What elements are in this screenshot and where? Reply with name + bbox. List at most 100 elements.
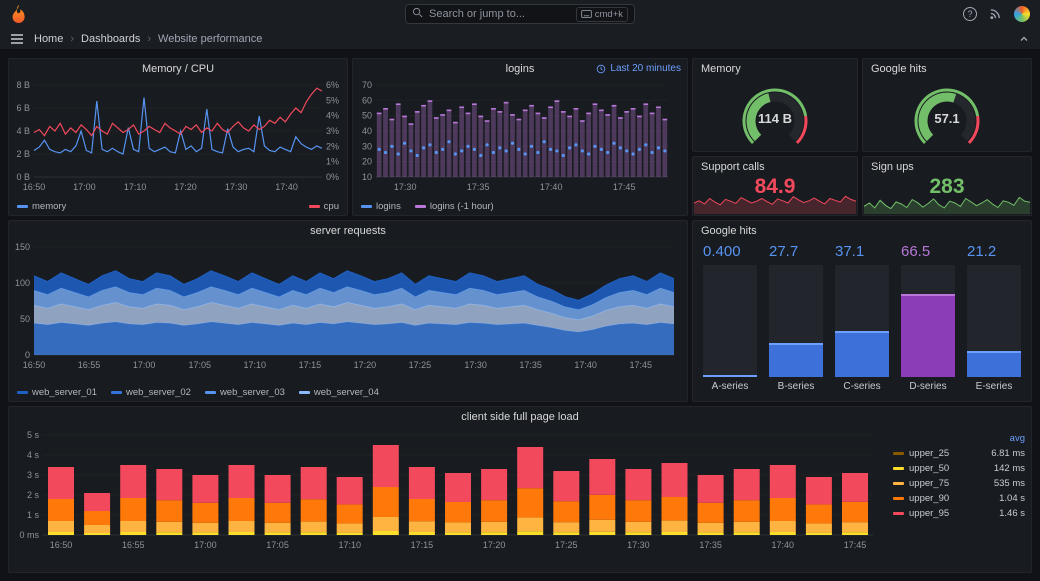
time-range-badge[interactable]: Last 20 minutes <box>596 63 681 74</box>
svg-text:16:55: 16:55 <box>78 360 101 370</box>
bar-gauge-fill <box>703 375 757 377</box>
svg-text:16:50: 16:50 <box>23 360 46 370</box>
svg-text:17:45: 17:45 <box>613 182 636 192</box>
panel-client-page-load: client side full page load 0 ms 1 s 2 s 3 s… <box>8 406 1032 573</box>
bar-gauge-group: 0.400 A-series 27.7 B-series 37.1 C-series 66.… <box>693 241 1031 399</box>
legend-item[interactable]: upper_95 1.46 s <box>893 506 1025 521</box>
panel-title[interactable]: Memory <box>693 59 857 79</box>
svg-text:17:35: 17:35 <box>519 360 542 370</box>
help-icon[interactable]: ? <box>963 7 977 21</box>
svg-text:3 s: 3 s <box>27 470 40 480</box>
svg-text:4 B: 4 B <box>16 126 30 136</box>
svg-text:17:15: 17:15 <box>411 540 434 550</box>
legend-item[interactable]: memory <box>17 201 66 212</box>
svg-text:6%: 6% <box>326 80 339 90</box>
memory-cpu-chart[interactable]: 0 B 2 B 4 B 6 B 8 B 0% 1% 2% 3% 4% 5% 6% 16:50 17:00 1… <box>10 79 346 195</box>
grafana-app: Search or jump to... cmd+k ? Home › Dash… <box>0 0 1040 581</box>
legend-item[interactable]: upper_75 535 ms <box>893 476 1025 491</box>
legend-item[interactable]: web_server_04 <box>298 387 379 398</box>
legend-swatch <box>17 205 28 208</box>
panel-google-hits-bars: Google hits 0.400 A-series 27.7 B-series 37.… <box>692 220 1032 402</box>
logins-chart[interactable]: 10 20 30 40 50 60 70 17:30 17:35 17:40 17:45 <box>354 79 686 195</box>
legend-avg-value: 142 ms <box>993 463 1025 474</box>
search-icon <box>412 7 423 21</box>
panel-title[interactable]: Memory / CPU <box>9 59 347 79</box>
legend-item[interactable]: upper_25 6.81 ms <box>893 446 1025 461</box>
legend-item[interactable]: upper_90 1.04 s <box>893 491 1025 506</box>
legend-item[interactable]: web_server_03 <box>204 387 285 398</box>
svg-text:17:00: 17:00 <box>133 360 156 370</box>
bar-gauge-track <box>901 265 955 377</box>
panel-google-hits-gauge: Google hits 57.1 <box>862 58 1032 152</box>
legend-item[interactable]: logins <box>361 201 401 212</box>
panel-title[interactable]: Sign ups <box>863 157 1031 177</box>
svg-text:17:25: 17:25 <box>555 540 578 550</box>
search-input[interactable]: Search or jump to... cmd+k <box>405 4 635 24</box>
keyboard-shortcut-badge: cmd+k <box>575 6 628 22</box>
bar-gauge-track <box>703 265 757 377</box>
collapse-ribbon-icon[interactable] <box>1018 33 1030 45</box>
legend-item[interactable]: logins (-1 hour) <box>414 201 494 212</box>
svg-text:5 s: 5 s <box>27 430 40 440</box>
bar-gauge-label: C-series <box>843 381 881 392</box>
bar-gauge-track <box>967 265 1021 377</box>
svg-text:60: 60 <box>362 95 372 105</box>
svg-text:17:30: 17:30 <box>627 540 650 550</box>
legend-item[interactable]: web_server_02 <box>110 387 191 398</box>
legend-item[interactable]: upper_50 142 ms <box>893 461 1025 476</box>
legend: web_server_01 web_server_02 web_server_03 w… <box>17 387 679 398</box>
panel-title[interactable]: Google hits <box>863 59 1031 79</box>
svg-text:4%: 4% <box>326 111 339 121</box>
svg-text:17:20: 17:20 <box>354 360 377 370</box>
bar-gauge[interactable]: 21.2 E-series <box>967 243 1021 393</box>
news-icon[interactable] <box>989 8 1002 20</box>
menu-toggle-icon[interactable] <box>10 33 24 45</box>
svg-text:2 s: 2 s <box>27 490 40 500</box>
svg-text:0: 0 <box>25 350 30 360</box>
breadcrumb-separator: › <box>70 32 75 45</box>
user-avatar[interactable] <box>1014 6 1030 22</box>
legend-item[interactable]: web_server_01 <box>17 387 97 398</box>
panel-title[interactable]: server requests <box>9 221 687 241</box>
panel-sign-ups: Sign ups 283 <box>862 156 1032 216</box>
dashboard-canvas: Memory / CPU 0 B 2 B 4 B 6 B 8 B 0% 1% 2% 3% 4% 5%… <box>0 50 1040 581</box>
bar-gauge-fill <box>901 294 955 377</box>
panel-memory-gauge: Memory 114 B <box>692 58 858 152</box>
breadcrumb-home[interactable]: Home <box>34 33 63 45</box>
grafana-logo-icon[interactable] <box>10 5 27 23</box>
svg-text:40: 40 <box>362 126 372 136</box>
panel-title[interactable]: Support calls <box>693 157 857 177</box>
legend-swatch <box>298 391 310 394</box>
bar-gauge[interactable]: 66.5 D-series <box>901 243 955 393</box>
bar-gauge-fill <box>769 342 823 377</box>
svg-text:17:40: 17:40 <box>275 182 298 192</box>
legend-label: upper_75 <box>909 478 950 489</box>
panel-title[interactable]: Google hits <box>693 221 1031 241</box>
bar-gauge-label: B-series <box>777 381 815 392</box>
server-requests-chart[interactable]: 0 50 100 150 16:50 16:55 17:00 17:05 17:10 17:15 1… <box>10 241 686 381</box>
legend-label: logins <box>376 201 401 212</box>
bar-gauge[interactable]: 37.1 C-series <box>835 243 889 393</box>
legend-item[interactable]: cpu <box>308 201 339 212</box>
breadcrumb-dashboards[interactable]: Dashboards <box>81 33 140 45</box>
svg-text:17:00: 17:00 <box>194 540 217 550</box>
svg-text:50: 50 <box>362 111 372 121</box>
svg-text:0%: 0% <box>326 172 339 182</box>
legend-avg-value: 1.04 s <box>999 493 1025 504</box>
client-page-load-chart[interactable]: 0 ms 1 s 2 s 3 s 4 s 5 s 16:50 16:55 17:00 17:05 1… <box>13 427 893 567</box>
svg-text:50: 50 <box>20 314 30 324</box>
bar-gauge[interactable]: 0.400 A-series <box>703 243 757 393</box>
legend-swatch <box>893 482 904 485</box>
bar-gauge-track <box>835 265 889 377</box>
svg-text:17:30: 17:30 <box>394 182 417 192</box>
svg-text:2%: 2% <box>326 141 339 151</box>
legend: memory cpu <box>17 201 339 212</box>
svg-text:1%: 1% <box>326 157 339 167</box>
panel-title[interactable]: client side full page load <box>9 407 1031 427</box>
legend-swatch <box>17 391 28 394</box>
svg-text:17:30: 17:30 <box>225 182 248 192</box>
bar-gauge[interactable]: 27.7 B-series <box>769 243 823 393</box>
bar-gauge-label: D-series <box>909 381 947 392</box>
top-nav: Search or jump to... cmd+k ? <box>0 0 1040 28</box>
svg-text:17:05: 17:05 <box>266 540 289 550</box>
